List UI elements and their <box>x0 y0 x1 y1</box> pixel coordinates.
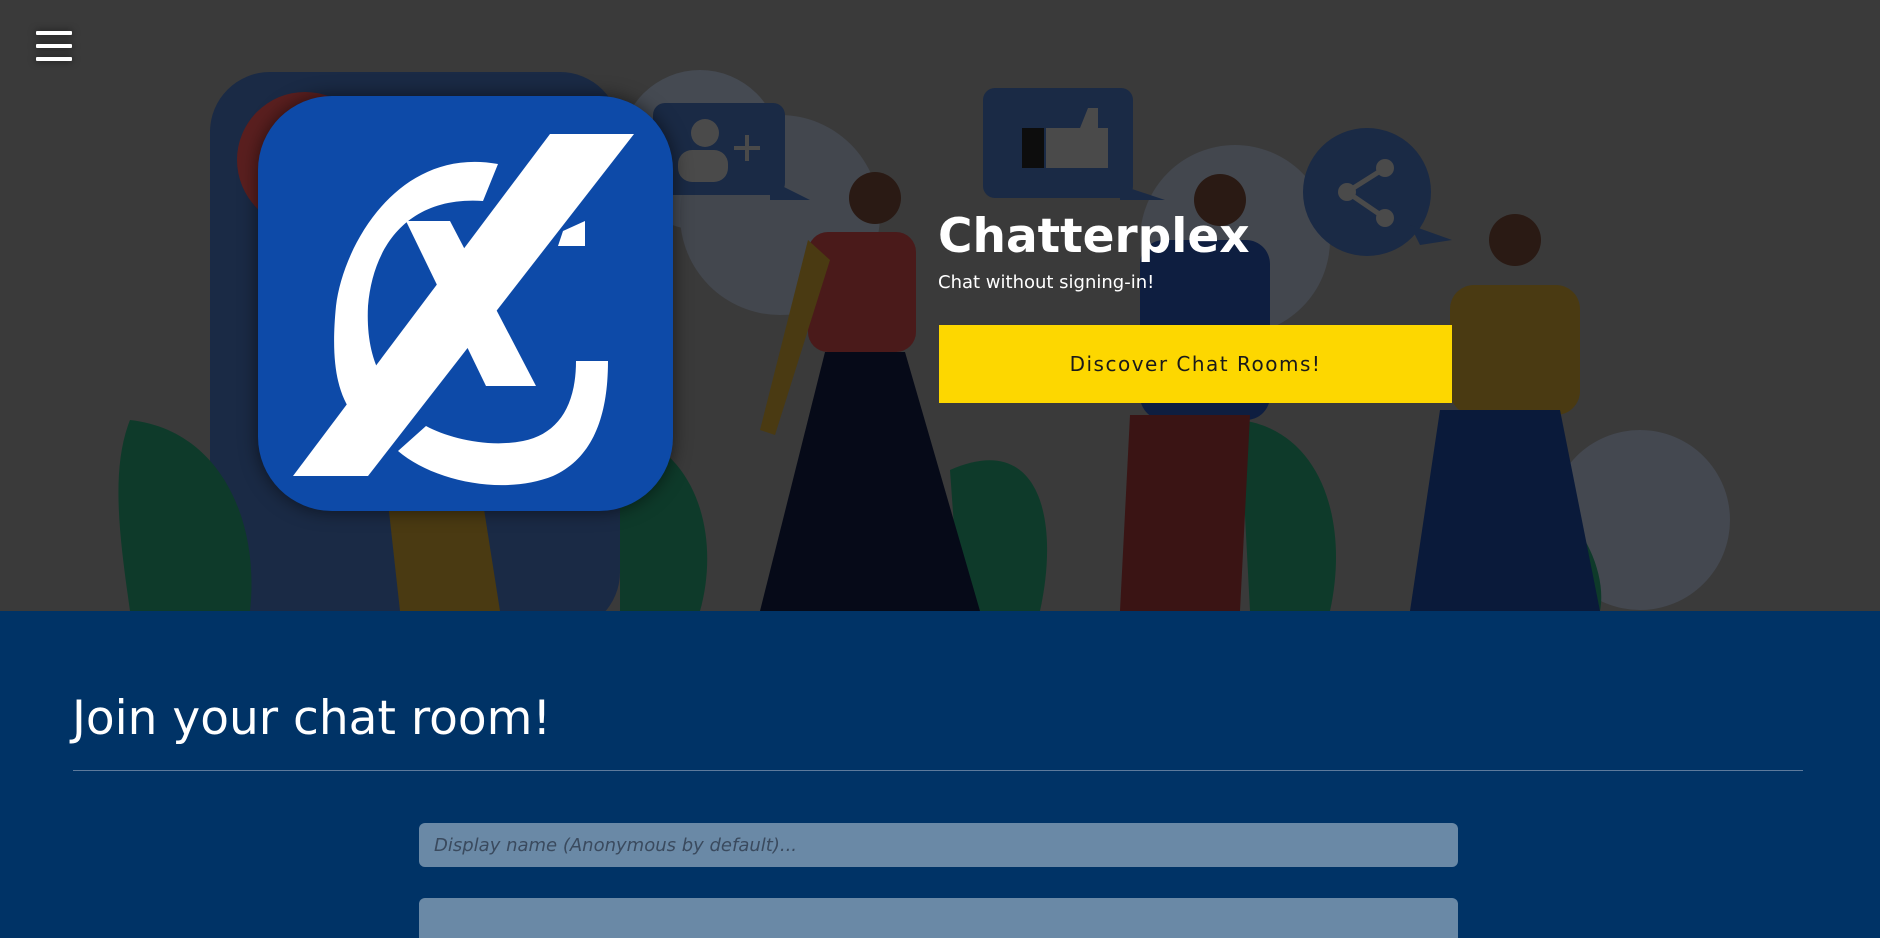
hamburger-menu-icon <box>36 31 72 61</box>
section-divider <box>73 770 1803 771</box>
chatterplex-cx-logo-icon <box>293 134 634 486</box>
hero-text-block: Chatterplex Chat without signing-in! <box>938 205 1458 295</box>
join-chat-room-section: Join your chat room! <box>0 611 1880 938</box>
hamburger-menu-button[interactable] <box>26 18 82 74</box>
join-section-title: Join your chat room! <box>72 691 552 746</box>
app-title: Chatterplex <box>938 209 1250 264</box>
chatterplex-logo <box>258 96 673 511</box>
room-input[interactable] <box>419 898 1458 938</box>
tagline: Chat without signing-in! <box>938 272 1155 293</box>
hero-banner: Chatterplex Chat without signing-in! Dis… <box>0 0 1880 611</box>
display-name-input[interactable] <box>419 823 1458 867</box>
discover-chat-rooms-button[interactable]: Discover Chat Rooms! <box>939 325 1452 403</box>
